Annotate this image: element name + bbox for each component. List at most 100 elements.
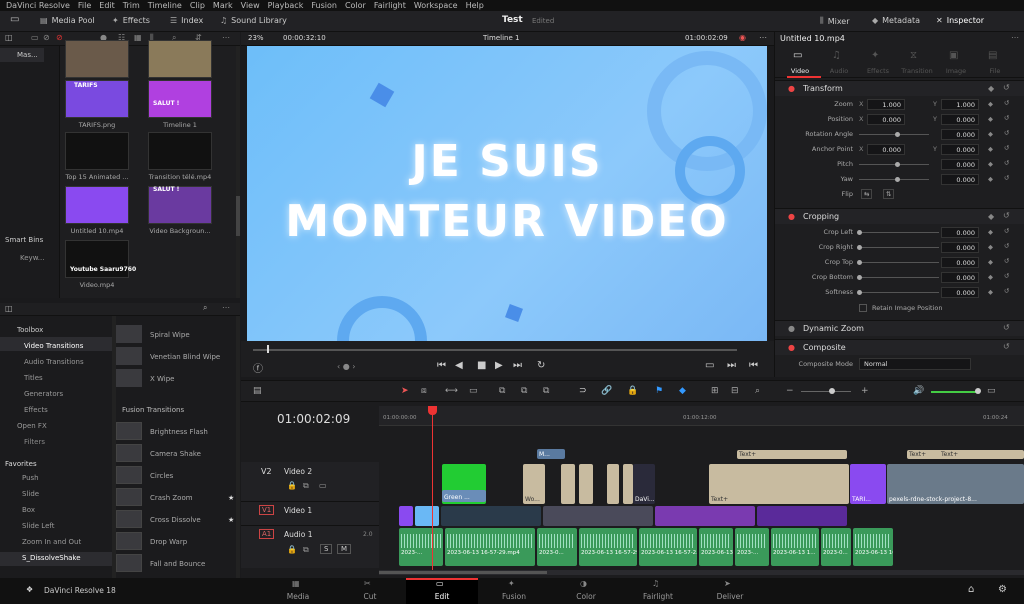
auto-select-icon[interactable]: ⧉	[303, 545, 309, 555]
composite-mode-select[interactable]: Normal	[859, 358, 971, 370]
page-deliver[interactable]: Deliver	[700, 592, 760, 601]
section-enabled-icon[interactable]: ●	[788, 324, 795, 333]
media-thumbnail[interactable]	[65, 132, 129, 170]
stop-icon[interactable]: ■	[477, 360, 486, 371]
param-value-input[interactable]: 1.000	[941, 99, 979, 110]
insert-icon[interactable]: ⧉	[499, 386, 505, 396]
page-edit[interactable]: Edit	[412, 592, 472, 601]
fx-icon[interactable]: ⓕ	[253, 360, 263, 375]
menu-item[interactable]: Workspace	[414, 1, 458, 10]
param-value-input[interactable]: 0.000	[941, 257, 979, 268]
retain-checkbox[interactable]	[859, 304, 867, 312]
reset-icon[interactable]: ↺	[1004, 144, 1009, 152]
menu-item[interactable]: Trim	[123, 1, 140, 10]
keyframe-icon[interactable]: ◆	[988, 175, 993, 183]
mute-button[interactable]: M	[337, 544, 352, 554]
keyframe-icon[interactable]: ◆	[988, 273, 993, 281]
inspector-button[interactable]: ✕ Inspector	[936, 16, 984, 25]
param-value-input[interactable]: 0.000	[941, 129, 979, 140]
reset-icon[interactable]: ↺	[1004, 129, 1009, 137]
lock-icon[interactable]: 🔒	[287, 481, 297, 490]
view-icon[interactable]: ▭	[31, 33, 39, 42]
slider-handle[interactable]	[857, 275, 862, 280]
track-id[interactable]: A1	[259, 529, 275, 539]
menu-item[interactable]: Fairlight	[374, 1, 406, 10]
marker-icon[interactable]: ◆	[679, 386, 686, 396]
param-slider[interactable]	[859, 134, 929, 135]
transition-item[interactable]: X Wipe	[150, 375, 174, 383]
go-to-end-icon[interactable]: ⏭	[513, 360, 522, 371]
menu-item[interactable]: View	[241, 1, 260, 10]
playhead[interactable]	[432, 406, 433, 572]
section-enabled-icon[interactable]: ●	[788, 84, 795, 93]
menu-item[interactable]: Help	[466, 1, 484, 10]
keyframe-icon[interactable]: ◆	[988, 288, 993, 296]
zoom-full-icon[interactable]: ⊞	[711, 386, 719, 396]
more-options-icon[interactable]: ⋯	[222, 33, 230, 42]
category-open-fx[interactable]: Open FX	[17, 422, 47, 430]
more-options-icon[interactable]: ⋯	[222, 303, 230, 312]
param-value-input[interactable]: 0.000	[941, 242, 979, 253]
timeline-clip[interactable]	[543, 506, 653, 526]
timeline-clip[interactable]: Green ...	[442, 490, 486, 502]
timeline-clip[interactable]	[399, 506, 413, 526]
video-viewer[interactable]: JE SUIS MONTEUR VIDEO	[247, 46, 767, 341]
zoom-slider-handle[interactable]	[829, 388, 835, 394]
reset-icon[interactable]: ↺	[1004, 272, 1009, 280]
timeline-clip[interactable]	[655, 506, 755, 526]
category-toolbox[interactable]: Toolbox	[17, 326, 43, 334]
category-titles[interactable]: Titles	[24, 374, 43, 382]
keyframe-icon[interactable]: ◆	[988, 100, 993, 108]
transition-item[interactable]: Circles	[150, 472, 173, 480]
home-icon[interactable]: ⌂	[968, 584, 974, 595]
param-x-input[interactable]: 0.000	[867, 144, 905, 155]
param-slider[interactable]	[859, 292, 939, 293]
layout-icon[interactable]: ▤	[253, 386, 262, 396]
reset-icon[interactable]: ↺	[1003, 211, 1010, 220]
timeline-clip[interactable]	[579, 464, 593, 504]
index-button[interactable]: ☰ Index	[170, 16, 203, 25]
blade-icon[interactable]: ▭	[469, 386, 478, 396]
play-icon[interactable]: ▶	[495, 360, 503, 371]
param-value-input[interactable]: 0.000	[941, 144, 979, 155]
media-pool-button[interactable]: ▤ Media Pool	[40, 16, 95, 25]
category-effects[interactable]: Effects	[24, 406, 48, 414]
timeline-clip[interactable]	[757, 506, 847, 526]
param-slider[interactable]	[859, 164, 929, 165]
transition-item[interactable]: Crash Zoom	[150, 494, 193, 502]
sidebar-toggle-icon[interactable]: ◫	[5, 33, 13, 42]
page-fairlight[interactable]: Fairlight	[628, 592, 688, 601]
timeline-clip[interactable]: Wo...	[523, 464, 545, 504]
category-video-transitions[interactable]: Video Transitions	[24, 342, 83, 350]
next-clip-icon[interactable]: ⏭	[727, 360, 736, 371]
param-slider[interactable]	[859, 262, 939, 263]
timeline-clip[interactable]: Text+	[709, 464, 849, 504]
scrollbar[interactable]	[236, 316, 240, 578]
menu-item[interactable]: Color	[345, 1, 366, 10]
favorite-item[interactable]: Slide Left	[22, 522, 54, 530]
reset-icon[interactable]: ↺	[1004, 257, 1009, 265]
auto-select-icon[interactable]: ⧉	[303, 481, 309, 491]
track-name[interactable]: Audio 1	[284, 530, 312, 539]
color-wheel-icon[interactable]: ◉	[739, 33, 746, 42]
transition-item[interactable]: Fall and Bounce	[150, 560, 205, 568]
reset-icon[interactable]: ↺	[1004, 99, 1009, 107]
favorite-item[interactable]: Zoom In and Out	[22, 538, 81, 546]
media-thumbnail[interactable]	[65, 186, 129, 224]
volume-slider[interactable]	[931, 391, 979, 393]
slider-handle[interactable]	[857, 290, 862, 295]
scrubber-handle[interactable]	[267, 345, 269, 353]
audio-clip[interactable]: 2023-...	[735, 528, 769, 566]
solo-button[interactable]: S	[320, 544, 333, 554]
settings-icon[interactable]: ⚙	[998, 584, 1007, 595]
slider-handle[interactable]	[895, 132, 900, 137]
zoom-in-icon[interactable]: +	[861, 386, 869, 396]
replace-icon[interactable]: ⧉	[543, 386, 549, 396]
favorite-item[interactable]: Push	[22, 474, 39, 482]
media-thumbnail[interactable]	[148, 80, 212, 118]
zoom-slider[interactable]	[801, 391, 851, 392]
sidebar-toggle-icon[interactable]: ◫	[5, 304, 13, 313]
keyframe-icon[interactable]: ◆	[988, 212, 994, 221]
page-fusion[interactable]: Fusion	[484, 592, 544, 601]
position-lock-icon[interactable]: 🔒	[627, 386, 638, 396]
